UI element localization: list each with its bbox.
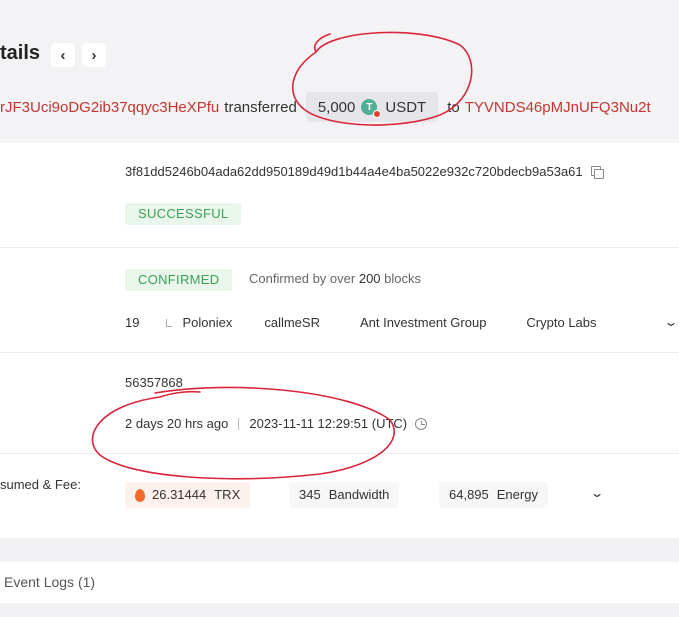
sr-item[interactable]: Ant Investment Group: [360, 315, 486, 330]
block-number-link[interactable]: 56357868: [125, 375, 183, 390]
timestamp: 2023-11-11 12:29:51 (UTC): [249, 416, 408, 431]
confirm-row: [0, 248, 679, 353]
hash-row: 3f81dd5246b04ada62dd950189d49d1b44a4e4ba…: [0, 143, 679, 248]
fee-label: sumed & Fee:: [0, 477, 81, 492]
blocks-count: 200: [358, 271, 381, 286]
relative-time: 2 days 20 hrs ago: [125, 416, 229, 431]
result-status-badge: SUCCESSFUL: [125, 203, 242, 225]
details-card: 3f81dd5246b04ada62dd950189d49d1b44a4e4ba…: [0, 143, 679, 538]
block-row: [0, 353, 679, 454]
sr-item[interactable]: callmeSR: [264, 315, 320, 330]
amount-pill: 5,000 T USDT: [305, 92, 439, 122]
to-address-link[interactable]: TYVNDS46pMJnUFQ3Nu2t: [465, 99, 651, 116]
transfer-summary: rJF3Uci9oDG2ib37qqyc3HeXPfu transferred …: [0, 92, 651, 122]
copy-icon[interactable]: [590, 165, 604, 179]
sr-item[interactable]: Crypto Labs: [526, 315, 596, 330]
transferred-word: transferred: [224, 98, 297, 116]
page-title: tails: [0, 42, 41, 64]
usdt-icon: T: [361, 99, 382, 118]
bandwidth-amount: 345: [299, 487, 321, 502]
energy-unit: Energy: [496, 487, 538, 502]
hash-value: 3f81dd5246b04ada62dd950189d49d1b44a4e4ba…: [125, 164, 583, 179]
trx-unit: TRX: [214, 487, 241, 502]
event-logs-bar: Event Logs (1): [0, 562, 679, 603]
energy-amount: 64,895: [449, 487, 489, 502]
confirmed-status-badge: CONFIRMED: [125, 269, 233, 291]
time-row: 2 days 20 hrs ago 2023-11-11 12:29:51 (U…: [125, 416, 428, 431]
trx-amount: 26.31444: [152, 487, 207, 502]
token-symbol[interactable]: USDT: [385, 99, 426, 116]
bandwidth-unit: Bandwidth: [328, 487, 390, 502]
amount-value: 5,000: [317, 98, 356, 116]
transaction-hash: 3f81dd5246b04ada62dd950189d49d1b44a4e4ba…: [125, 164, 604, 179]
page-header: tails ‹ › rJF3Uci9oDG2ib37qqyc3HeXPfu tr…: [0, 0, 679, 143]
next-button[interactable]: ›: [82, 43, 106, 67]
prev-button[interactable]: ‹: [51, 43, 75, 67]
sr-item[interactable]: Poloniex: [182, 315, 232, 330]
clock-icon[interactable]: [415, 417, 428, 430]
tree-connector-icon: [166, 318, 173, 327]
confirmed-by-text: Confirmed by over 200 blocks: [249, 271, 422, 286]
divider: [238, 417, 240, 430]
sr-count: 19: [125, 315, 140, 330]
energy-pill: 64,895 Energy: [439, 482, 548, 508]
bandwidth-pill: 345 Bandwidth: [289, 482, 400, 508]
tab-event-logs[interactable]: Event Logs (1): [4, 574, 95, 590]
from-address-link[interactable]: rJF3Uci9oDG2ib37qqyc3HeXPfu: [0, 99, 219, 116]
trx-fee-pill: 26.31444 TRX: [125, 482, 251, 508]
to-word: to: [447, 98, 460, 116]
chevron-down-icon[interactable]: ⌄: [663, 315, 678, 329]
chevron-down-icon[interactable]: ⌄: [589, 486, 604, 500]
fire-icon: [135, 488, 145, 502]
sr-list: 19 Poloniex callmeSR Ant Investment Grou…: [125, 315, 679, 330]
